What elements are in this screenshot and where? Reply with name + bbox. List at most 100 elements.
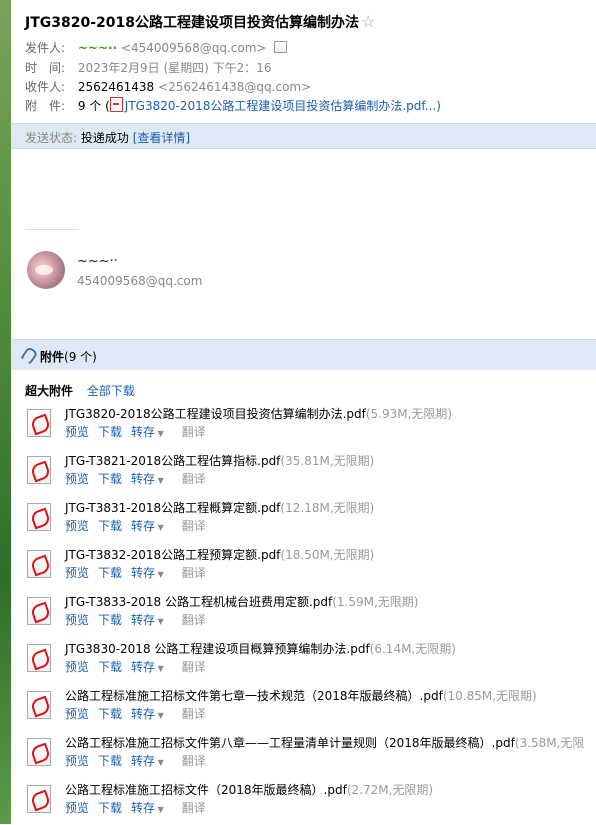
translate-link[interactable]: 翻译 bbox=[182, 660, 206, 674]
sender-email[interactable]: <454009568@qq.com> bbox=[121, 41, 267, 55]
preview-link[interactable]: 预览 bbox=[65, 707, 89, 721]
preview-link[interactable]: 预览 bbox=[65, 801, 89, 815]
save-to-link[interactable]: 转存 ▼ bbox=[131, 519, 173, 533]
download-all-link[interactable]: 全部下载 bbox=[87, 384, 135, 398]
translate-link[interactable]: 翻译 bbox=[182, 425, 206, 439]
attachment-actions: 预览 下载 转存 ▼ 翻译 bbox=[65, 517, 215, 534]
attachment-item: JTG3820-2018公路工程建设项目投资估算编制办法.pdf(5.93M,无… bbox=[25, 405, 596, 449]
preview-link[interactable]: 预览 bbox=[65, 472, 89, 486]
chevron-down-icon: ▼ bbox=[155, 429, 164, 438]
attachment-actions: 预览 下载 转存 ▼ 翻译 bbox=[65, 423, 215, 440]
attachment-actions: 预览 下载 转存 ▼ 翻译 bbox=[65, 564, 215, 581]
download-link[interactable]: 下载 bbox=[98, 425, 122, 439]
pdf-file-icon[interactable] bbox=[27, 738, 51, 766]
save-to-link[interactable]: 转存 ▼ bbox=[131, 801, 173, 815]
attachment-row: 附 件: 9 个 (JTG3820-2018公路工程建设项目投资估算编制办法.p… bbox=[25, 97, 441, 114]
translate-link[interactable]: 翻译 bbox=[182, 566, 206, 580]
save-to-link[interactable]: 转存 ▼ bbox=[131, 660, 173, 674]
attachment-filename[interactable]: JTG3820-2018公路工程建设项目投资估算编制办法.pdf bbox=[65, 407, 366, 421]
translate-link[interactable]: 翻译 bbox=[182, 472, 206, 486]
download-link[interactable]: 下载 bbox=[98, 801, 122, 815]
attachment-item: JTG3830-2018 公路工程建设项目概算预算编制办法.pdf(6.14M,… bbox=[25, 640, 596, 684]
recipient-name[interactable]: 2562461438 bbox=[78, 80, 154, 94]
subject-text: JTG3820-2018公路工程建设项目投资估算编制办法 bbox=[25, 15, 359, 31]
attachment-item: JTG-T3831-2018公路工程概算定额.pdf(12.18M,无限期) 预览… bbox=[25, 499, 596, 543]
pdf-file-icon[interactable] bbox=[27, 644, 51, 672]
attachment-meta: (2.72M,无限期) bbox=[346, 783, 434, 797]
translate-link[interactable]: 翻译 bbox=[182, 754, 206, 768]
attachment-name: JTG3830-2018 公路工程建设项目概算预算编制办法.pdf(6.14M,… bbox=[65, 640, 456, 657]
recipient-label: 收件人: bbox=[25, 80, 66, 94]
time-value: 2023年2月9日 (星期四) 下午2：16 bbox=[77, 61, 272, 75]
save-to-link[interactable]: 转存 ▼ bbox=[131, 425, 173, 439]
attachment-filename[interactable]: JTG-T3821-2018公路工程估算指标.pdf bbox=[65, 454, 280, 468]
recipient-email[interactable]: <2562461438@qq.com> bbox=[158, 80, 311, 94]
attachment-name: JTG-T3832-2018公路工程预算定额.pdf(18.50M,无限期) bbox=[65, 546, 374, 563]
preview-link[interactable]: 预览 bbox=[65, 613, 89, 627]
status-detail-link[interactable]: [查看详情] bbox=[133, 131, 190, 145]
status-label: 发送状态: bbox=[25, 131, 78, 145]
contact-card-icon[interactable] bbox=[274, 41, 288, 53]
attachment-filename[interactable]: 公路工程标准施工招标文件第七章一技术规范（2018年版最终稿）.pdf bbox=[65, 689, 443, 703]
download-link[interactable]: 下载 bbox=[98, 566, 122, 580]
save-to-link[interactable]: 转存 ▼ bbox=[131, 472, 173, 486]
attachment-meta: (6.14M,无限期) bbox=[369, 642, 456, 656]
attachment-label: 附 件: bbox=[25, 99, 66, 113]
attachment-item: JTG-T3821-2018公路工程估算指标.pdf(35.81M,无限期) 预览… bbox=[25, 452, 596, 496]
chevron-down-icon: ▼ bbox=[155, 476, 164, 485]
save-to-link[interactable]: 转存 ▼ bbox=[131, 754, 173, 768]
pdf-file-icon[interactable] bbox=[27, 597, 51, 625]
download-link[interactable]: 下载 bbox=[98, 472, 122, 486]
translate-link[interactable]: 翻译 bbox=[182, 801, 206, 815]
pdf-file-icon[interactable] bbox=[27, 691, 51, 719]
pdf-file-icon[interactable] bbox=[27, 785, 51, 813]
attachment-filename[interactable]: 公路工程标准施工招标文件第八章——工程量清单计量规则（2018年版最终稿）.pd… bbox=[65, 736, 515, 750]
translate-link[interactable]: 翻译 bbox=[182, 707, 206, 721]
attachment-item: 公路工程标准施工招标文件第七章一技术规范（2018年版最终稿）.pdf(10.8… bbox=[25, 687, 596, 731]
delivery-status-bar: 发送状态: 投递成功 [查看详情] bbox=[11, 123, 596, 149]
download-link[interactable]: 下载 bbox=[98, 519, 122, 533]
save-to-link[interactable]: 转存 ▼ bbox=[131, 613, 173, 627]
translate-link[interactable]: 翻译 bbox=[182, 613, 206, 627]
preview-link[interactable]: 预览 bbox=[65, 660, 89, 674]
attachment-filename[interactable]: JTG3830-2018 公路工程建设项目概算预算编制办法.pdf bbox=[65, 642, 370, 656]
attachment-actions: 预览 下载 转存 ▼ 翻译 bbox=[65, 611, 215, 628]
super-attachment-label: 超大附件 bbox=[25, 384, 74, 398]
attachment-filename[interactable]: JTG-T3833-2018 公路工程机械台班费用定额.pdf bbox=[65, 595, 332, 609]
attachment-name: 公路工程标准施工招标文件第七章一技术规范（2018年版最终稿）.pdf(10.8… bbox=[65, 687, 537, 704]
download-link[interactable]: 下载 bbox=[98, 660, 122, 674]
mail-header: JTG3820-2018公路工程建设项目投资估算编制办法 ☆ 发件人: ~~~··… bbox=[11, 0, 596, 122]
download-link[interactable]: 下载 bbox=[98, 707, 122, 721]
time-row: 时 间: 2023年2月9日 (星期四) 下午2：16 bbox=[25, 59, 272, 76]
attachment-first-link[interactable]: JTG3820-2018公路工程建设项目投资估算编制办法.pdf...) bbox=[125, 99, 441, 113]
signature-divider bbox=[25, 229, 79, 230]
translate-link[interactable]: 翻译 bbox=[182, 519, 206, 533]
mail-view: JTG3820-2018公路工程建设项目投资估算编制办法 ☆ 发件人: ~~~··… bbox=[11, 0, 596, 824]
preview-link[interactable]: 预览 bbox=[65, 754, 89, 768]
attachment-filename[interactable]: JTG-T3831-2018公路工程概算定额.pdf bbox=[65, 501, 280, 515]
window-edge bbox=[0, 0, 11, 824]
sender-name[interactable]: ~~~·· bbox=[78, 41, 117, 55]
pdf-file-icon[interactable] bbox=[27, 550, 51, 578]
chevron-down-icon: ▼ bbox=[155, 617, 164, 626]
download-link[interactable]: 下载 bbox=[98, 754, 122, 768]
signature-email: 454009568@qq.com bbox=[77, 274, 203, 288]
preview-link[interactable]: 预览 bbox=[65, 566, 89, 580]
attachment-filename[interactable]: 公路工程标准施工招标文件（2018年版最终稿）.pdf bbox=[65, 783, 347, 797]
pdf-file-icon[interactable] bbox=[27, 503, 51, 531]
attachment-item: JTG-T3833-2018 公路工程机械台班费用定额.pdf(1.59M,无限… bbox=[25, 593, 596, 637]
attachment-filename[interactable]: JTG-T3832-2018公路工程预算定额.pdf bbox=[65, 548, 280, 562]
pdf-file-icon[interactable] bbox=[27, 409, 51, 437]
save-to-link[interactable]: 转存 ▼ bbox=[131, 707, 173, 721]
attachment-name: 公路工程标准施工招标文件第八章——工程量清单计量规则（2018年版最终稿）.pd… bbox=[65, 734, 584, 751]
save-to-link[interactable]: 转存 ▼ bbox=[131, 566, 173, 580]
preview-link[interactable]: 预览 bbox=[65, 425, 89, 439]
chevron-down-icon: ▼ bbox=[155, 711, 164, 720]
time-label: 时 间: bbox=[25, 61, 66, 75]
download-link[interactable]: 下载 bbox=[98, 613, 122, 627]
attachment-item: 公路工程标准施工招标文件第八章——工程量清单计量规则（2018年版最终稿）.pd… bbox=[25, 734, 596, 778]
pdf-file-icon[interactable] bbox=[27, 456, 51, 484]
attachment-name: JTG-T3831-2018公路工程概算定额.pdf(12.18M,无限期) bbox=[65, 499, 374, 516]
star-outline-icon[interactable]: ☆ bbox=[361, 12, 375, 31]
preview-link[interactable]: 预览 bbox=[65, 519, 89, 533]
